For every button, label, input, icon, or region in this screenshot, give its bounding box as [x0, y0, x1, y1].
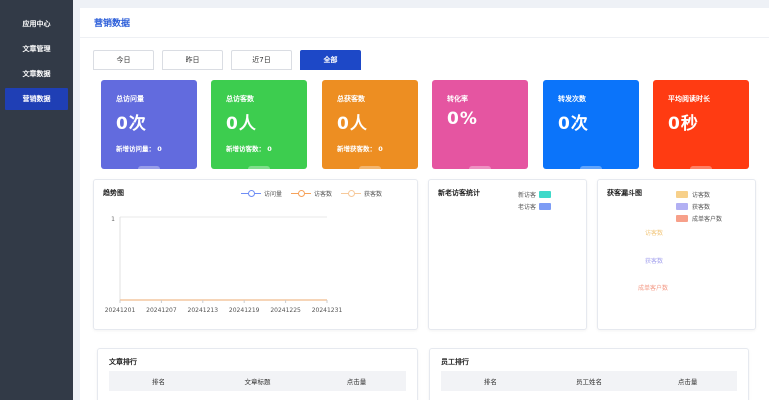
legend-label: 成单客户数	[692, 216, 723, 223]
stat-card-total-visitors: 总访客数 0人 新增访客数： 0	[211, 80, 307, 169]
stat-card-label: 总访客数	[226, 95, 254, 103]
funnel-legend-leads[interactable]: 获客数	[676, 202, 710, 211]
sidebar-item-label: 文章管理	[22, 45, 51, 53]
stat-card-label: 总访问量	[116, 95, 144, 103]
visitor-legend-old[interactable]: 老访客	[518, 202, 555, 211]
column-header-title: 文章标题	[244, 378, 271, 386]
x-tick-label: 20241207	[146, 307, 177, 314]
article-rank-header: 排名 文章标题 点击量	[109, 371, 406, 391]
legend-label: 获客数	[692, 204, 711, 211]
stat-card-sub: 新增访问量： 0	[116, 145, 162, 153]
stat-card-label: 转发次数	[558, 95, 586, 103]
funnel-title: 获客漏斗图	[607, 189, 642, 197]
funnel-stage-deals: 成单客户数	[638, 285, 669, 292]
tab-today[interactable]: 今日	[93, 50, 154, 70]
stat-card-sub: 新增访客数： 0	[226, 145, 272, 153]
trend-panel: 趋势图 访问量 访客数 获客数 1 20241201 20241207 202412…	[93, 179, 418, 330]
sidebar: 应用中心 文章管理 文章数据 营销数据	[0, 0, 73, 400]
visitor-title: 新老访客统计	[438, 189, 480, 197]
x-tick-label: 20241225	[270, 307, 301, 314]
column-header-rank: 排名	[483, 378, 497, 386]
main-content: 营销数据 今日 昨日 近7日 全部 总访问量 0次 新增访问量： 0 总访客数 …	[80, 8, 769, 400]
stat-card-sub: 新增获客数： 0	[337, 145, 383, 153]
stat-card-conversion-rate: 转化率 0%	[432, 80, 528, 169]
x-tick-label: 20241201	[105, 307, 136, 314]
sidebar-item-marketing-data[interactable]: 营销数据	[5, 88, 68, 110]
date-range-tabs: 今日 昨日 近7日 全部	[93, 50, 361, 70]
sidebar-item-label: 营销数据	[22, 95, 51, 103]
page-header: 营销数据	[80, 8, 769, 38]
column-header-name: 员工姓名	[576, 378, 602, 386]
visitor-legend-new[interactable]: 新访客	[518, 190, 555, 199]
x-tick-label: 20241213	[188, 307, 219, 314]
tab-yesterday[interactable]: 昨日	[162, 50, 223, 70]
stat-card-total-leads: 总获客数 0人 新增获客数： 0	[322, 80, 418, 169]
legend-label: 老访客	[518, 204, 537, 211]
legend-swatch	[676, 215, 688, 222]
tab-last-7-days[interactable]: 近7日	[231, 50, 292, 70]
article-rank-title: 文章排行	[109, 358, 137, 366]
stat-card-value: 0次	[116, 114, 147, 134]
column-header-clicks: 点击量	[346, 378, 367, 386]
legend-swatch	[539, 203, 552, 210]
funnel-stage-leads: 获客数	[645, 258, 664, 265]
funnel-legend-visitors[interactable]: 访客数	[676, 190, 710, 199]
funnel-stage-visitors: 访客数	[645, 230, 664, 237]
trend-chart: 1 20241201 20241207 20241213 20241219 202412…	[105, 216, 343, 314]
stat-card-label: 转化率	[447, 95, 468, 103]
legend-swatch	[676, 191, 688, 198]
stat-card-shares: 转发次数 0次	[543, 80, 639, 169]
column-header-rank: 排名	[152, 378, 165, 386]
funnel-panel: 获客漏斗图 访客数 获客数 成单客户数 访客数 获客数 成单客户数	[597, 179, 756, 330]
stat-card-value: 0人	[226, 114, 257, 134]
tab-all[interactable]: 全部	[300, 50, 361, 70]
visitor-panel: 新老访客统计 新访客 老访客	[428, 179, 587, 330]
stat-card-value: 0秒	[668, 114, 699, 134]
x-tick-group: 20241201 20241207 20241213 20241219 20241225…	[105, 300, 343, 314]
staff-rank-panel: 员工排行 排名 员工姓名 点击量	[429, 348, 749, 400]
stat-cards: 总访问量 0次 新增访问量： 0 总访客数 0人 新增访客数： 0 总获客数 0…	[101, 80, 749, 169]
sidebar-item-label: 应用中心	[22, 20, 51, 28]
stat-card-avg-read-time: 平均阅读时长 0秒	[653, 80, 749, 169]
sidebar-item-label: 文章数据	[22, 70, 51, 78]
stat-card-value: 0%	[447, 109, 478, 129]
stat-card-value: 0次	[558, 114, 589, 134]
page-title: 营销数据	[94, 19, 131, 29]
x-tick-label: 20241231	[312, 307, 343, 314]
stat-card-label: 总获客数	[337, 95, 365, 103]
staff-rank-header: 排名 员工姓名 点击量	[441, 371, 737, 391]
x-tick-label: 20241219	[229, 307, 260, 314]
article-rank-panel: 文章排行 排名 文章标题 点击量	[97, 348, 418, 400]
stat-card-label: 平均阅读时长	[668, 95, 710, 103]
funnel-legend-deals[interactable]: 成单客户数	[676, 214, 722, 223]
y-tick-label: 1	[111, 216, 115, 223]
legend-swatch	[539, 191, 552, 198]
sidebar-item-article-management[interactable]: 文章管理	[5, 38, 68, 60]
legend-swatch	[676, 203, 688, 210]
sidebar-item-app-center[interactable]: 应用中心	[5, 13, 68, 35]
legend-label: 访客数	[692, 192, 711, 199]
sidebar-item-article-data[interactable]: 文章数据	[5, 63, 68, 85]
staff-rank-title: 员工排行	[441, 358, 469, 366]
stat-card-value: 0人	[337, 114, 368, 134]
column-header-clicks: 点击量	[677, 378, 698, 386]
legend-label: 新访客	[518, 192, 537, 199]
stat-card-total-visits: 总访问量 0次 新增访问量： 0	[101, 80, 197, 169]
